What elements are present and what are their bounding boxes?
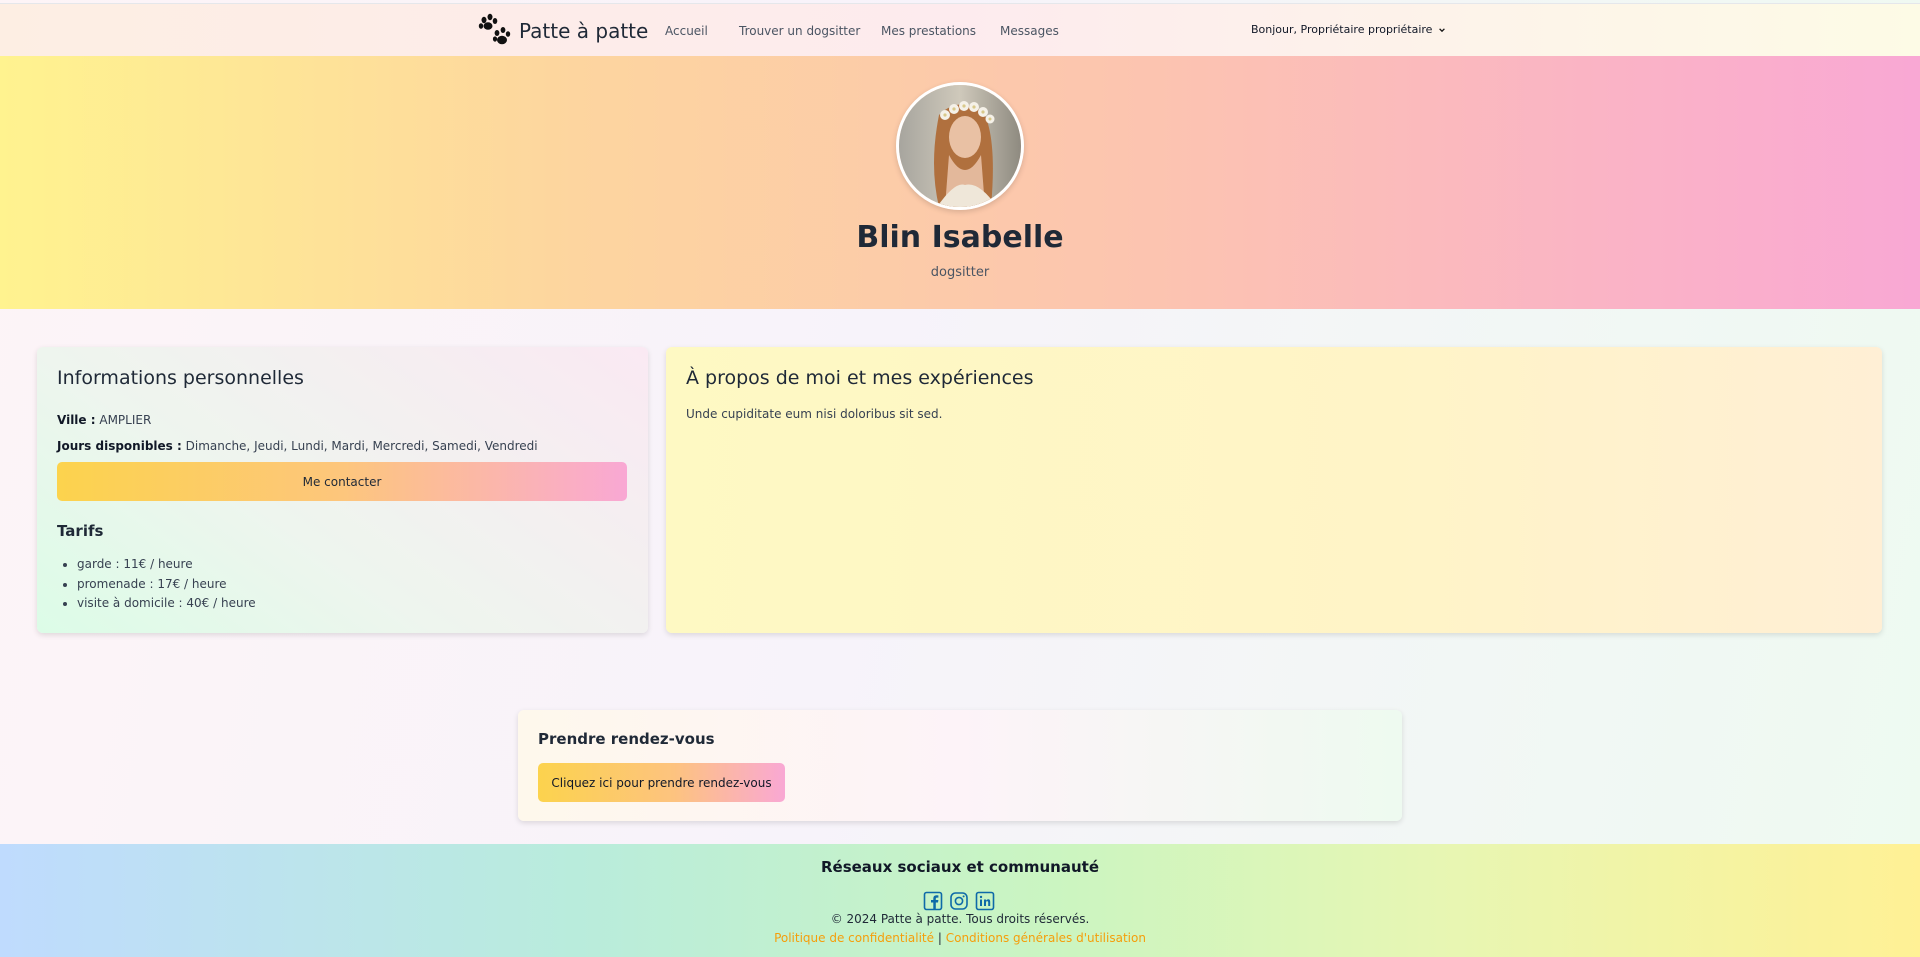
- personal-info-card: Informations personnelles Ville : AMPLIE…: [37, 347, 648, 633]
- top-navbar: Patte à patte Accueil Trouver un dogsitt…: [0, 3, 1920, 56]
- brand-logo[interactable]: Patte à patte: [475, 12, 648, 50]
- list-item: visite à domicile : 40€ / heure: [77, 594, 256, 614]
- about-title: À propos de moi et mes expériences: [686, 367, 1034, 389]
- facebook-icon[interactable]: [923, 891, 943, 911]
- chevron-down-icon: [1439, 27, 1446, 32]
- copyright: © 2024 Patte à patte. Tous droits réserv…: [830, 912, 1090, 926]
- city-label: Ville :: [57, 413, 96, 427]
- brand-name: Patte à patte: [519, 19, 649, 43]
- available-days-value: Dimanche, Jeudi, Lundi, Mardi, Mercredi,…: [185, 439, 538, 453]
- user-greeting: Bonjour, Propriétaire propriétaire: [1251, 23, 1433, 36]
- legal-links: Politique de confidentialité | Condition…: [0, 931, 1920, 945]
- profile-hero: Blin Isabelle dogsitter: [0, 56, 1920, 309]
- available-days-line: Jours disponibles : Dimanche, Jeudi, Lun…: [57, 439, 538, 453]
- city-line: Ville : AMPLIER: [57, 413, 151, 427]
- nav-link-mes-prestations[interactable]: Mes prestations: [881, 24, 976, 38]
- appointment-card: Prendre rendez-vous Cliquez ici pour pre…: [518, 710, 1402, 821]
- nav-link-trouver-dogsitter[interactable]: Trouver un dogsitter: [739, 24, 860, 38]
- instagram-icon[interactable]: [949, 891, 969, 911]
- tarifs-title: Tarifs: [57, 522, 104, 540]
- social-links: [923, 891, 995, 911]
- paw-icon: [478, 13, 511, 45]
- book-appointment-button[interactable]: Cliquez ici pour prendre rendez-vous: [538, 763, 785, 802]
- nav-link-accueil[interactable]: Accueil: [665, 24, 708, 38]
- linkedin-icon[interactable]: [975, 891, 995, 911]
- available-days-label: Jours disponibles :: [57, 439, 182, 453]
- about-text: Unde cupiditate eum nisi doloribus sit s…: [686, 407, 943, 421]
- terms-link[interactable]: Conditions générales d'utilisation: [946, 931, 1146, 945]
- profile-role: dogsitter: [930, 265, 990, 280]
- list-item: garde : 11€ / heure: [77, 555, 256, 575]
- appointment-title: Prendre rendez-vous: [538, 730, 715, 748]
- user-menu-dropdown[interactable]: Bonjour, Propriétaire propriétaire: [1251, 23, 1446, 36]
- footer: Réseaux sociaux et communauté © 2024 Pat…: [0, 844, 1920, 957]
- list-item: promenade : 17€ / heure: [77, 575, 256, 595]
- avatar: [896, 82, 1024, 210]
- legal-separator: |: [937, 931, 942, 945]
- profile-name: Blin Isabelle: [856, 220, 1064, 255]
- personal-info-title: Informations personnelles: [57, 367, 304, 389]
- about-card: À propos de moi et mes expériences Unde …: [666, 347, 1882, 633]
- privacy-policy-link[interactable]: Politique de confidentialité: [774, 931, 934, 945]
- nav-link-messages[interactable]: Messages: [1000, 24, 1059, 38]
- footer-title: Réseaux sociaux et communauté: [820, 858, 1099, 876]
- tarifs-list: garde : 11€ / heure promenade : 17€ / he…: [77, 555, 256, 614]
- contact-button[interactable]: Me contacter: [57, 462, 627, 501]
- city-value: AMPLIER: [99, 413, 152, 427]
